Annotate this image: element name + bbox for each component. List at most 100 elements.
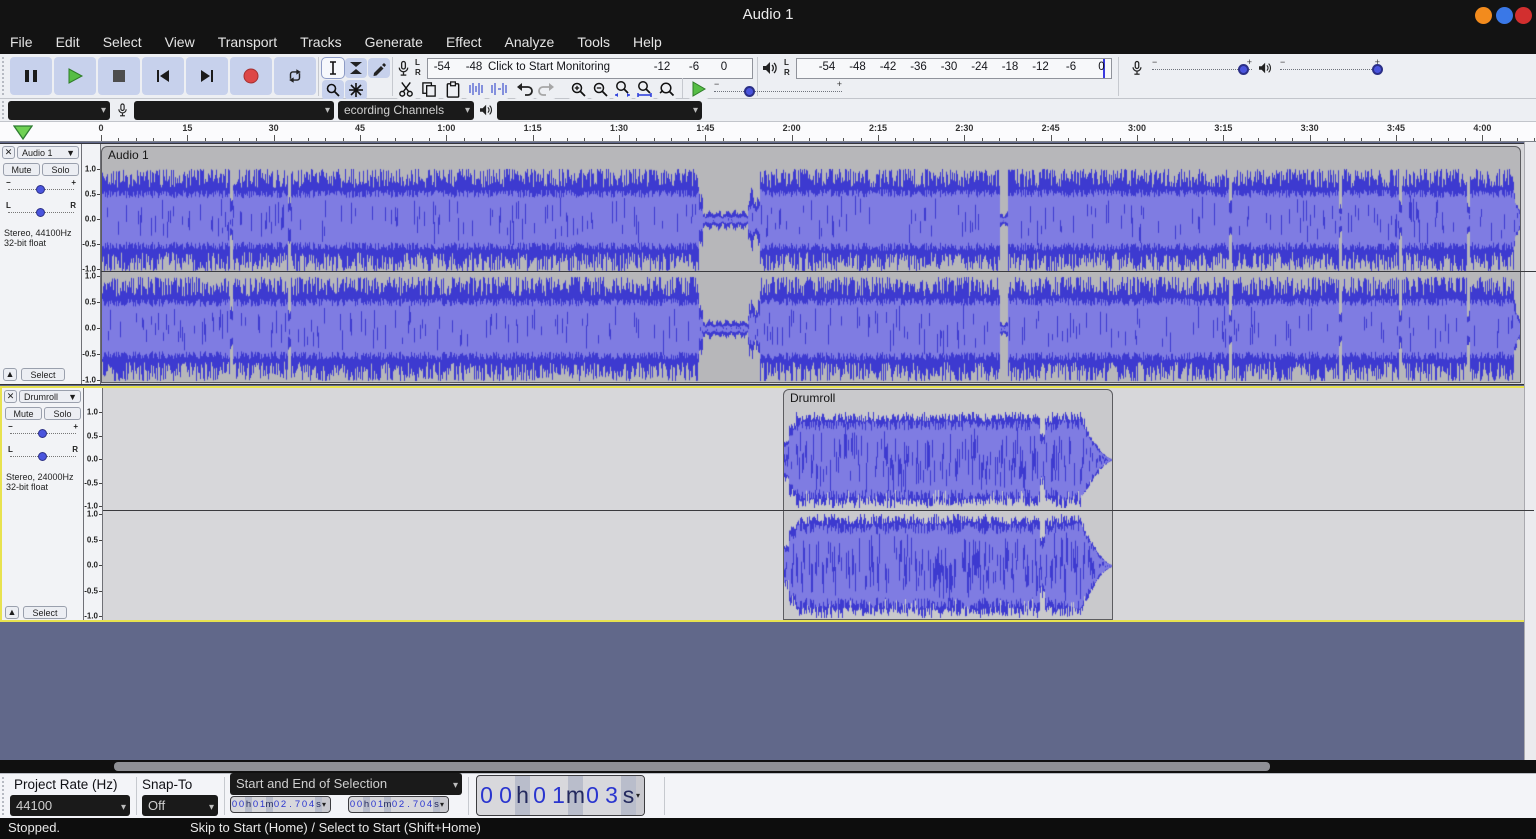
- track2-clip-drumroll[interactable]: Drumroll: [783, 389, 1113, 620]
- time-digit[interactable]: 0: [419, 797, 426, 812]
- time-field-arrow[interactable]: ▾: [440, 797, 448, 812]
- playback-meter[interactable]: -54-48-42-36-30-24-18-12-60: [796, 58, 1112, 79]
- track1-waveform[interactable]: [102, 166, 1521, 383]
- recording-volume-thumb[interactable]: [1238, 64, 1249, 75]
- track2-waveform[interactable]: [784, 408, 1112, 620]
- draw-tool-button[interactable]: [368, 58, 390, 78]
- time-digit[interactable]: 2: [280, 797, 287, 812]
- zoom-fit-project-button[interactable]: [634, 79, 655, 99]
- selection-tool-button[interactable]: [322, 58, 344, 78]
- pinned-playhead-toggle[interactable]: [13, 125, 33, 140]
- track2-select-button[interactable]: Select: [23, 606, 67, 619]
- time-digit[interactable]: 0: [356, 797, 363, 812]
- track1-clip[interactable]: Audio 1: [101, 146, 1521, 383]
- time-digit[interactable]: 0: [583, 776, 602, 815]
- playback-volume-slider[interactable]: −+: [1280, 59, 1380, 75]
- recording-volume-slider[interactable]: −+: [1152, 59, 1252, 75]
- window-close-button[interactable]: [1515, 7, 1532, 24]
- audio-position-field[interactable]: 00h01m03s▾: [476, 775, 645, 816]
- playback-volume-thumb[interactable]: [1372, 64, 1383, 75]
- zoom-in-button[interactable]: [568, 79, 589, 99]
- play-at-speed-button[interactable]: [688, 79, 709, 99]
- track1-solo-button[interactable]: Solo: [42, 163, 79, 176]
- time-unit[interactable]: m: [384, 797, 391, 812]
- menu-view[interactable]: View: [165, 34, 195, 50]
- vertical-scrollbar[interactable]: [1524, 142, 1536, 760]
- silence-audio-button[interactable]: [488, 79, 509, 99]
- timeline-ruler[interactable]: 01530451:001:151:301:452:002:152:302:453…: [0, 122, 1536, 142]
- time-unit[interactable]: h: [515, 776, 530, 815]
- redo-button[interactable]: [535, 79, 556, 99]
- track2-pan-slider[interactable]: LR: [8, 448, 78, 462]
- track1-vertical-ruler[interactable]: 1.00.50.0-0.5-1.01.00.50.0-0.5-1.0: [82, 144, 101, 384]
- menu-select[interactable]: Select: [103, 34, 142, 50]
- envelope-tool-button[interactable]: [345, 58, 367, 78]
- record-meter[interactable]: -54-48Click to Start Monitoring-12-60: [427, 58, 753, 79]
- time-unit[interactable]: m: [266, 797, 273, 812]
- track1-collapse-button[interactable]: ▲: [3, 368, 17, 381]
- time-digit[interactable]: 2: [398, 797, 405, 812]
- menu-file[interactable]: File: [10, 34, 33, 50]
- play-speed-slider[interactable]: −+: [714, 81, 842, 97]
- window-minimize-button[interactable]: [1475, 7, 1492, 24]
- time-digit[interactable]: 0: [391, 797, 398, 812]
- skip-to-start-button[interactable]: [142, 57, 184, 95]
- time-field-arrow[interactable]: ▾: [322, 797, 330, 812]
- horizontal-scrollbar[interactable]: [0, 760, 1536, 773]
- playback-device-dropdown[interactable]: ▾: [497, 101, 702, 120]
- time-digit[interactable]: 0: [273, 797, 280, 812]
- track2-vertical-ruler[interactable]: 1.00.50.0-0.5-1.01.00.50.0-0.5-1.0: [84, 388, 103, 620]
- time-digit[interactable]: 4: [426, 797, 433, 812]
- time-unit[interactable]: h: [363, 797, 370, 812]
- track1-pan-slider[interactable]: LR: [6, 204, 76, 218]
- time-digit[interactable]: 0: [370, 797, 377, 812]
- play-button[interactable]: [54, 57, 96, 95]
- play-speed-thumb[interactable]: [744, 86, 755, 97]
- selection-mode-dropdown[interactable]: Start and End of Selection▾: [230, 773, 462, 795]
- time-unit[interactable]: s: [621, 776, 636, 815]
- time-digit[interactable]: 7: [412, 797, 419, 812]
- menu-tracks[interactable]: Tracks: [300, 34, 341, 50]
- time-digit[interactable]: 0: [496, 776, 515, 815]
- menu-transport[interactable]: Transport: [218, 34, 277, 50]
- time-digit[interactable]: 7: [294, 797, 301, 812]
- recording-device-dropdown[interactable]: ▾: [134, 101, 334, 120]
- time-unit[interactable]: h: [245, 797, 252, 812]
- selection-start-field[interactable]: 00h01m02.704s▾: [230, 796, 331, 813]
- zoom-tool-button[interactable]: [322, 80, 344, 100]
- recording-channels-dropdown[interactable]: ecording Channels▾: [338, 101, 474, 120]
- multi-tool-button[interactable]: [345, 80, 367, 100]
- zoom-selection-button[interactable]: [612, 79, 633, 99]
- track2-solo-button[interactable]: Solo: [44, 407, 81, 420]
- track1-close-button[interactable]: ✕: [2, 146, 15, 159]
- audio-host-dropdown[interactable]: ▾: [8, 101, 110, 120]
- time-digit[interactable]: .: [287, 797, 294, 812]
- menu-edit[interactable]: Edit: [56, 34, 80, 50]
- time-unit[interactable]: s: [315, 797, 322, 812]
- menu-generate[interactable]: Generate: [365, 34, 423, 50]
- track1-mute-button[interactable]: Mute: [3, 163, 40, 176]
- track2-gain-slider[interactable]: −+: [8, 425, 78, 439]
- record-button[interactable]: [230, 57, 272, 95]
- zoom-toggle-button[interactable]: [656, 79, 677, 99]
- menu-tools[interactable]: Tools: [577, 34, 610, 50]
- paste-button[interactable]: [442, 79, 463, 99]
- selection-end-field[interactable]: 00h01m02.704s▾: [348, 796, 449, 813]
- time-unit[interactable]: s: [433, 797, 440, 812]
- window-maximize-button[interactable]: [1496, 7, 1513, 24]
- transport-toolbar-grip[interactable]: [2, 57, 6, 95]
- skip-to-end-button[interactable]: [186, 57, 228, 95]
- menu-effect[interactable]: Effect: [446, 34, 482, 50]
- track1-name-dropdown[interactable]: Audio 1▼: [17, 146, 79, 159]
- track2-collapse-button[interactable]: ▲: [5, 606, 19, 619]
- time-digit[interactable]: 0: [349, 797, 356, 812]
- track1-gain-slider[interactable]: −+: [6, 181, 76, 195]
- time-digit[interactable]: 0: [238, 797, 245, 812]
- menu-analyze[interactable]: Analyze: [505, 34, 555, 50]
- stop-button[interactable]: [98, 57, 140, 95]
- time-unit[interactable]: m: [568, 776, 583, 815]
- menu-help[interactable]: Help: [633, 34, 662, 50]
- track1-select-button[interactable]: Select: [21, 368, 65, 381]
- track2-mute-button[interactable]: Mute: [5, 407, 42, 420]
- snap-to-dropdown[interactable]: Off▾: [142, 795, 218, 816]
